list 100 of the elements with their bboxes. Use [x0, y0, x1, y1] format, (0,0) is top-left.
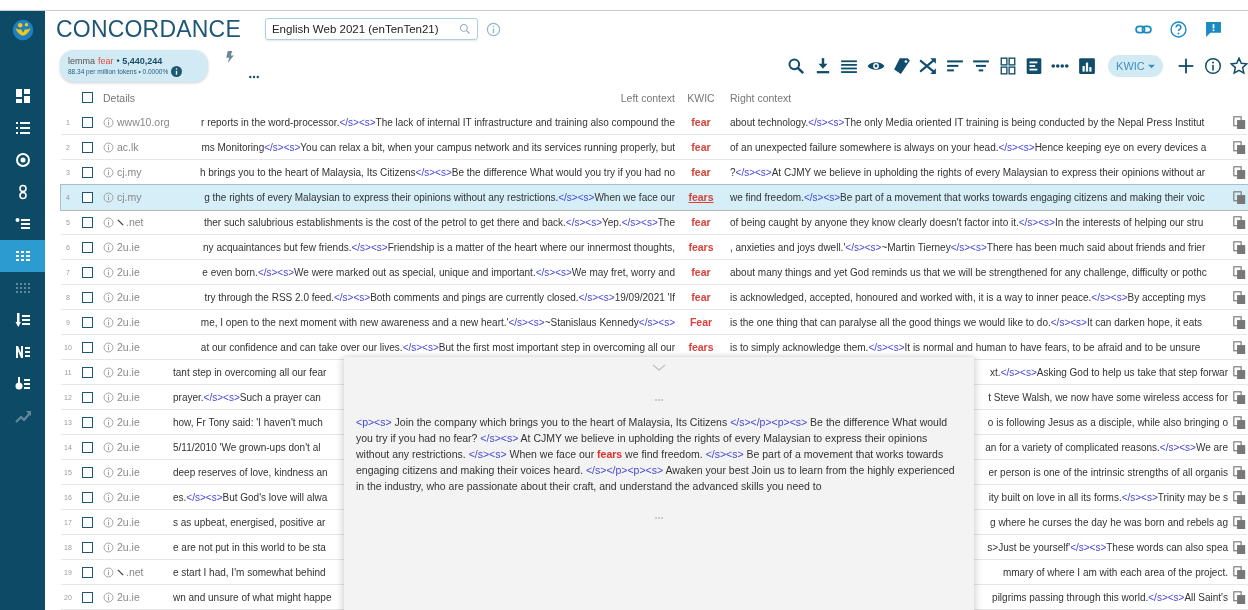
left-context: 5/11/2010 'We grown-ups don't al	[173, 441, 322, 453]
shuffle-icon[interactable]	[919, 57, 938, 75]
checkbox[interactable]	[81, 416, 93, 428]
list-icon	[14, 120, 31, 136]
copy-icon[interactable]	[1232, 440, 1246, 454]
column-header: Right context	[729, 91, 793, 104]
checkbox[interactable]	[81, 166, 93, 178]
keyword[interactable]: fear	[679, 266, 723, 278]
keyword[interactable]: fears	[679, 341, 723, 353]
domain-text: cj.my	[117, 166, 142, 178]
copy-icon[interactable]	[1232, 140, 1246, 154]
checkbox[interactable]	[81, 491, 93, 503]
checkbox[interactable]	[81, 316, 93, 328]
checkbox[interactable]	[81, 441, 93, 453]
keyword[interactable]: fear	[679, 166, 723, 178]
copy-icon[interactable]	[1232, 515, 1246, 529]
lightning-icon[interactable]	[224, 51, 236, 63]
domain-text: 2u.ie	[117, 466, 140, 478]
copy-icon[interactable]	[1232, 315, 1246, 329]
copy-icon[interactable]	[1232, 465, 1246, 479]
right-context: xt.</s><s>Asking God to help us take that step forwar	[989, 366, 1229, 378]
copy-icon[interactable]	[1232, 490, 1246, 504]
right-context: er person is one of the intrinsic strengths of all organis	[987, 466, 1229, 478]
logo-icon[interactable]	[11, 19, 34, 41]
star-icon[interactable]	[1230, 57, 1248, 75]
checkbox[interactable]	[81, 191, 93, 203]
checkbox[interactable]	[81, 516, 93, 528]
view-dropdown[interactable]: KWIC	[1108, 55, 1163, 77]
feedback-icon[interactable]	[1205, 20, 1222, 38]
checkbox[interactable]	[81, 241, 93, 253]
left-context: ther such salubrious establishments is the cost of the petrol to get there and back.</s><s>Yep.</s><s>The	[202, 216, 676, 228]
tag-icon[interactable]	[892, 57, 911, 75]
right-context: about technology.</s><s>The only Media oriented IT training is being conducted by the Nepal Press Institut	[729, 116, 1206, 128]
keyword[interactable]: Fear	[679, 316, 723, 328]
left-context: e are not put in this world to be sta	[173, 541, 327, 553]
checkbox[interactable]	[81, 92, 93, 103]
copy-icon[interactable]	[1232, 390, 1246, 404]
column-header: Left context	[619, 91, 676, 104]
checkbox[interactable]	[81, 141, 93, 153]
domain-text: 2u.ie	[117, 416, 140, 428]
domain-text: ac.lk	[117, 141, 139, 153]
checkbox[interactable]	[81, 291, 93, 303]
domain-text: 2u.ie	[117, 266, 140, 278]
copy-icon[interactable]	[1232, 190, 1246, 204]
domain-text: 2u.ie	[117, 516, 140, 528]
lines-icon	[14, 344, 31, 360]
checkbox[interactable]	[81, 391, 93, 403]
corpus-field[interactable]: English Web 2021 (enTenTen21)	[264, 18, 478, 40]
right-context: g where he curses the day he was born and rebels ag	[989, 516, 1229, 528]
left-context: prayer.</s><s>Such a prayer can	[173, 391, 322, 403]
copy-icon[interactable]	[1232, 115, 1246, 129]
left-context: e start I had, I'm somewhat behind	[173, 566, 327, 578]
grid-icon[interactable]	[998, 57, 1017, 75]
checkbox[interactable]	[81, 216, 93, 228]
copy-icon[interactable]	[1232, 540, 1246, 554]
keyword[interactable]: fears	[679, 241, 723, 253]
document-icon[interactable]	[1024, 57, 1043, 75]
dots-grid-icon	[14, 280, 31, 296]
checkbox[interactable]	[81, 366, 93, 378]
keyword[interactable]: fears	[679, 191, 723, 203]
checkbox[interactable]	[81, 541, 93, 553]
copy-icon[interactable]	[1232, 565, 1246, 579]
table-row[interactable]	[61, 185, 1248, 210]
checkbox[interactable]	[81, 341, 93, 353]
copy-icon[interactable]	[1232, 290, 1246, 304]
checkbox[interactable]	[81, 266, 93, 278]
right-context: pilgrims passing through this world.</s><s>All Saint's	[991, 591, 1229, 603]
left-context: me, I open to the next moment with new awareness and a new heart.'</s><s>~Stanislaus Kennedy</s><s>	[199, 316, 676, 328]
info-icon[interactable]	[1203, 57, 1222, 75]
page-title: CONCORDANCE	[56, 15, 241, 43]
copy-icon[interactable]	[1232, 240, 1246, 254]
info-icon[interactable]	[171, 65, 183, 77]
lines-icon[interactable]	[840, 57, 859, 75]
keyword[interactable]: fear	[679, 116, 723, 128]
copy-icon[interactable]	[1232, 215, 1246, 229]
domain-text: 2u.ie	[117, 366, 140, 378]
domain-text: 2u.ie	[117, 341, 140, 353]
checkbox[interactable]	[81, 466, 93, 478]
help-icon[interactable]	[1170, 20, 1187, 38]
domain-text: 2u.ie	[117, 591, 140, 603]
right-context: is the one thing that can paralyse all the good things we would like to do.</s><s>It can darken hope, it eats	[729, 316, 1203, 328]
left-context: wn and unsure of what might happe	[173, 591, 333, 603]
plus-icon[interactable]	[1177, 57, 1196, 75]
domain-text: 2u.ie	[117, 291, 140, 303]
checkbox[interactable]	[81, 116, 93, 128]
copy-icon[interactable]	[1232, 265, 1246, 279]
checkbox[interactable]	[81, 591, 93, 603]
keyword[interactable]: fear	[679, 291, 723, 303]
left-context: how, Fr Tony said: 'I haven't much	[173, 416, 324, 428]
copy-icon[interactable]	[1232, 590, 1246, 604]
keyword[interactable]: fear	[679, 216, 723, 228]
search-icon[interactable]	[787, 57, 806, 75]
copy-icon[interactable]	[1232, 415, 1246, 429]
keyword[interactable]: fear	[679, 141, 723, 153]
copy-icon[interactable]	[1232, 340, 1246, 354]
copy-icon[interactable]	[1232, 365, 1246, 379]
copy-icon[interactable]	[1232, 165, 1246, 179]
chart-icon[interactable]	[1077, 57, 1096, 75]
left-context: ms Monitoring</s><s>You can relax a bit, when your campus network and its services running properly, but	[200, 141, 676, 153]
checkbox[interactable]	[81, 566, 93, 578]
